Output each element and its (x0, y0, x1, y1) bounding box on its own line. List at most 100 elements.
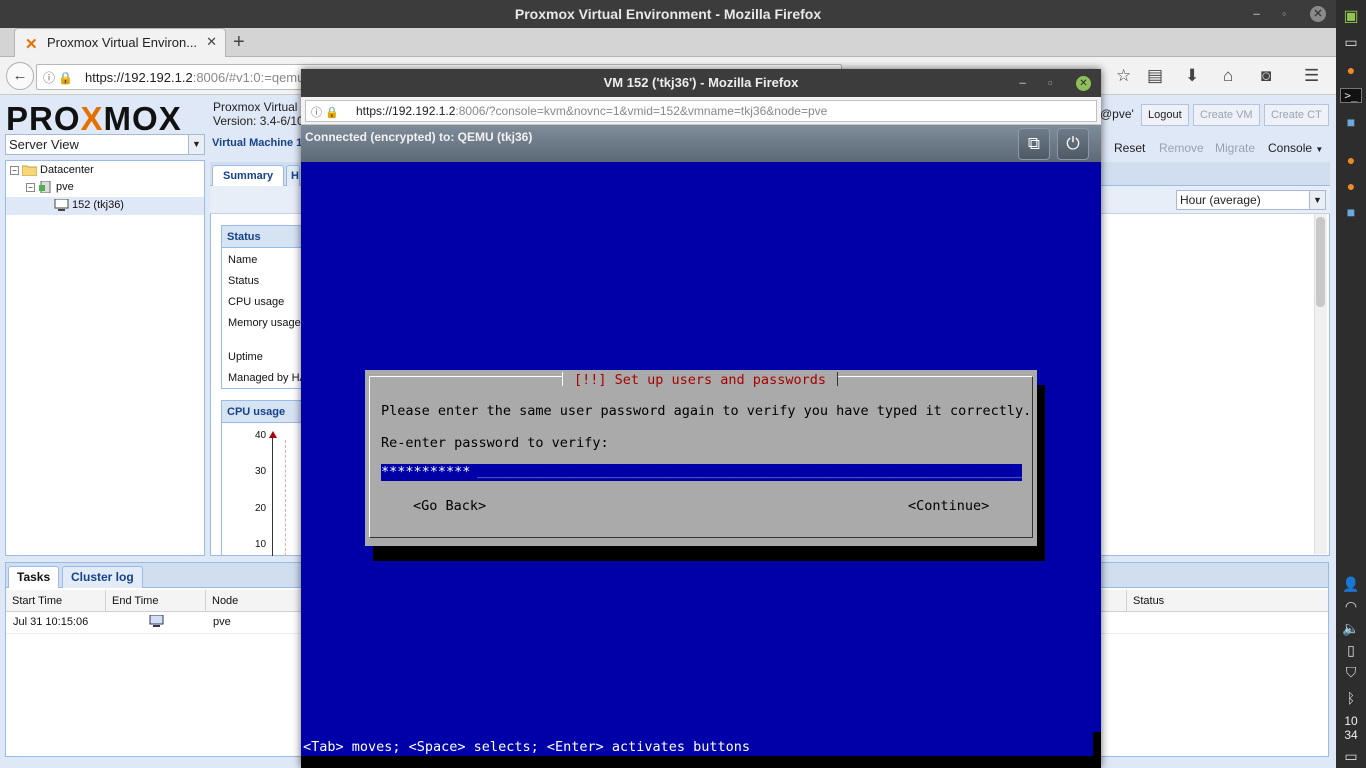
send-keys-icon[interactable]: ⧉ (1018, 128, 1050, 160)
tab-tasks[interactable]: Tasks (8, 566, 60, 588)
server-view-value: Server View (9, 137, 79, 152)
clock-minute: 34 (1344, 728, 1358, 742)
show-desktop-icon[interactable]: ▭ (1340, 34, 1362, 51)
continue-button[interactable]: <Continue> (908, 498, 989, 514)
shield-icon[interactable]: ⛉ (1340, 664, 1362, 681)
collapse-icon[interactable]: − (26, 182, 35, 192)
timeframe-select[interactable]: Hour (average) ▼ (1176, 190, 1326, 210)
connection-status: Connected (encrypted) to: QEMU (tkj36) (305, 130, 533, 144)
tree-item-datacenter[interactable]: − Datacenter (10, 164, 94, 177)
product-name: Proxmox Virtual (213, 100, 298, 114)
popup-minimize-button[interactable]: – (1019, 69, 1026, 97)
column-status[interactable]: Status (1126, 590, 1328, 612)
lock-icon: 🔒 (58, 71, 74, 85)
reset-button[interactable]: Reset (1114, 141, 1145, 155)
new-tab-button[interactable]: + (233, 31, 245, 54)
firefox-window-icon[interactable]: ● (1340, 152, 1362, 168)
tree-item-node-pve[interactable]: − pve (26, 181, 74, 194)
column-start-time[interactable]: Start Time (6, 590, 106, 612)
chevron-down-icon[interactable]: ▼ (188, 135, 204, 154)
column-node[interactable]: Node (206, 590, 302, 612)
remove-button[interactable]: Remove (1159, 141, 1204, 155)
tab-summary[interactable]: Summary (212, 165, 285, 186)
workspace-switcher-icon[interactable]: ▭ (1340, 748, 1362, 765)
monitor-icon (54, 199, 69, 212)
power-icon[interactable]: ⏻ (1057, 128, 1089, 160)
main-window-title: Proxmox Virtual Environment - Mozilla Fi… (514, 6, 822, 22)
downloads-icon[interactable]: ⬇ (1185, 66, 1199, 86)
terminal-launcher-icon[interactable]: >_ (1340, 88, 1362, 103)
console-edge (1093, 732, 1101, 756)
server-node-icon (39, 181, 51, 194)
back-button[interactable]: ← (6, 62, 34, 90)
migrate-button[interactable]: Migrate (1215, 141, 1255, 155)
resource-tree: − Datacenter − pve 152 (tkj36) (5, 160, 205, 556)
lock-icon: 🔒 (325, 107, 339, 119)
bluetooth-icon[interactable]: ᛒ (1340, 690, 1362, 706)
password-prompt: Re-enter password to verify: (381, 435, 609, 451)
mint-menu-icon[interactable]: ▣ (1340, 6, 1362, 26)
site-info-icon[interactable]: ⓘ 🔒 (43, 69, 73, 86)
chevron-down-icon[interactable]: ▼ (1309, 191, 1325, 209)
main-window-titlebar: Proxmox Virtual Environment - Mozilla Fi… (0, 0, 1336, 28)
close-button[interactable]: ✕ (1310, 6, 1326, 22)
status-row-name: Name (228, 254, 258, 266)
tab-strip: ✕ Proxmox Virtual Environ... ✕ + (0, 28, 1336, 57)
folder-icon (22, 165, 37, 177)
console-button[interactable]: Console ▼ (1268, 141, 1323, 155)
popup-titlebar: VM 152 ('tkj36') - Mozilla Firefox – ▫ (301, 69, 1101, 97)
maximize-button[interactable]: ◦ (1282, 0, 1287, 28)
tab-cluster-log[interactable]: Cluster log (62, 566, 143, 588)
battery-icon[interactable]: ▯ (1340, 642, 1362, 659)
pocket-icon[interactable]: ◙ (1261, 66, 1271, 86)
popup-url-path: :8006/?console=kvm&novnc=1&vmid=152&vmna… (455, 104, 828, 118)
cpu-usage-panel: CPU usage 40 30 20 10 (221, 400, 303, 556)
bookmark-star-icon[interactable]: ☆ (1116, 66, 1131, 86)
logged-in-user: @pve' (1100, 107, 1134, 121)
popup-url-bar[interactable]: ⓘ 🔒 https://192.192.1.2:8006/?console=kv… (305, 100, 1097, 122)
home-icon[interactable]: ⌂ (1223, 66, 1233, 86)
status-row-uptime: Uptime (228, 351, 263, 363)
site-info-icon[interactable]: ⓘ 🔒 (311, 104, 339, 120)
create-vm-button[interactable]: Create VM (1193, 104, 1260, 126)
console-popup-window: VM 152 ('tkj36') - Mozilla Firefox – ▫ ✕… (301, 69, 1101, 768)
popup-maximize-button[interactable]: ▫ (1048, 69, 1053, 97)
hamburger-menu-icon[interactable]: ☰ (1304, 66, 1319, 86)
field-underline: ________________________________________… (477, 464, 1022, 479)
clock[interactable]: 10 34 (1336, 714, 1366, 742)
user-icon[interactable]: 👤 (1340, 576, 1362, 593)
status-row-memory: Memory usage (228, 317, 301, 329)
url-path: :8006/#v1:0:=qemu% (192, 70, 316, 85)
popup-url-host: https://192.192.1.2 (356, 104, 456, 118)
collapse-icon[interactable]: − (10, 165, 19, 175)
vnc-console-screen[interactable]: [!!] Set up users and passwords Please e… (301, 162, 1101, 768)
timeframe-value: Hour (average) (1180, 193, 1261, 207)
firefox-window-icon[interactable]: ● (1340, 178, 1362, 194)
files-launcher-icon[interactable]: ■ (1340, 114, 1362, 130)
tab-hardware[interactable]: H (286, 165, 300, 186)
server-view-select[interactable]: Server View ▼ (5, 134, 205, 155)
minimize-button[interactable]: – (1253, 0, 1260, 28)
browser-tab-proxmox[interactable]: ✕ Proxmox Virtual Environ... ✕ (14, 28, 226, 57)
library-icon[interactable]: ▤ (1147, 66, 1163, 86)
proxmox-favicon-icon: ✕ (25, 36, 38, 53)
firefox-launcher-icon[interactable]: ● (1340, 62, 1362, 78)
popup-close-button[interactable]: ✕ (1076, 76, 1091, 91)
chevron-down-icon: ▼ (1315, 145, 1324, 154)
grid-line (285, 440, 286, 556)
files-window-icon[interactable]: ■ (1340, 204, 1362, 220)
right-dock-panel: ▣ ▭ ● >_ ■ ● ● ■ 👤 ◠ 🔈 ▯ ⛉ ᛒ 10 34 ▭ (1336, 0, 1366, 768)
close-tab-icon[interactable]: ✕ (206, 34, 217, 50)
go-back-button[interactable]: <Go Back> (413, 498, 486, 514)
volume-icon[interactable]: 🔈 (1340, 620, 1362, 637)
logout-button[interactable]: Logout (1141, 104, 1189, 126)
column-end-time[interactable]: End Time (106, 590, 206, 612)
scrollbar-thumb[interactable] (1316, 217, 1325, 307)
wifi-icon[interactable]: ◠ (1340, 598, 1362, 615)
create-ct-button[interactable]: Create CT (1264, 104, 1329, 126)
password-field[interactable]: *********** ____________________________… (381, 464, 1022, 481)
tree-item-vm-152[interactable]: 152 (tkj36) (6, 197, 204, 215)
dialog-message: Please enter the same user password agai… (381, 403, 1032, 419)
browser-tab-title: Proxmox Virtual Environ... (47, 35, 198, 50)
y-axis-line (272, 438, 273, 556)
